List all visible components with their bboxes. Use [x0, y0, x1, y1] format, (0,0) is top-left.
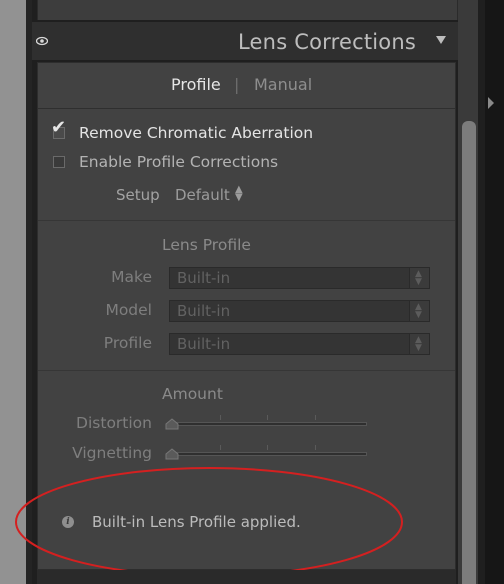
- profile-select-value: Built-in: [177, 335, 231, 353]
- model-label: Model: [105, 301, 152, 319]
- profile-label: Profile: [103, 334, 152, 352]
- vignetting-slider-track[interactable]: [172, 452, 367, 456]
- amount-heading: Amount: [162, 385, 223, 403]
- red-annotation-ellipse: [15, 467, 403, 577]
- slider-tick: [315, 445, 316, 450]
- updown-arrows-icon: ▲ ▼: [415, 302, 422, 320]
- previous-panel-footer: [37, 0, 458, 20]
- remove-chromatic-aberration-label[interactable]: Remove Chromatic Aberration: [79, 124, 313, 142]
- section-divider: [38, 220, 455, 221]
- profile-select[interactable]: Built-in ▲ ▼: [169, 333, 430, 355]
- section-divider: [38, 370, 455, 371]
- model-select-value: Built-in: [177, 302, 231, 320]
- updown-arrows-icon[interactable]: ▲ ▼: [235, 185, 243, 203]
- slider-tick: [220, 415, 221, 420]
- make-select[interactable]: Built-in ▲ ▼: [169, 267, 430, 289]
- slider-tick: [315, 415, 316, 420]
- updown-arrows-icon: ▲ ▼: [415, 269, 422, 287]
- expand-right-icon[interactable]: [488, 97, 494, 109]
- tab-separator: |: [234, 75, 240, 94]
- enable-profile-corrections-label[interactable]: Enable Profile Corrections: [79, 153, 278, 171]
- distortion-label: Distortion: [76, 414, 152, 432]
- slider-tick: [220, 445, 221, 450]
- profile-select-button[interactable]: ▲ ▼: [409, 334, 429, 354]
- lens-profile-heading: Lens Profile: [162, 236, 251, 254]
- make-select-value: Built-in: [177, 269, 231, 287]
- scrollbar-thumb[interactable]: [462, 121, 476, 584]
- model-select[interactable]: Built-in ▲ ▼: [169, 300, 430, 322]
- updown-arrows-icon: ▲ ▼: [415, 335, 422, 353]
- slider-tick: [267, 445, 268, 450]
- vignetting-label: Vignetting: [72, 444, 152, 462]
- tab-profile[interactable]: Profile: [171, 75, 221, 94]
- distortion-slider-thumb[interactable]: [165, 418, 179, 430]
- tab-manual[interactable]: Manual: [254, 75, 312, 94]
- collapse-triangle-icon[interactable]: [436, 36, 446, 44]
- make-label: Make: [111, 268, 152, 286]
- make-select-button[interactable]: ▲ ▼: [409, 268, 429, 288]
- tabs-divider: [38, 108, 455, 109]
- slider-tick: [267, 415, 268, 420]
- setup-label: Setup: [116, 186, 160, 204]
- checkmark-icon: ✔: [51, 117, 67, 138]
- setup-dropdown[interactable]: Default: [175, 186, 230, 204]
- vignetting-slider-thumb[interactable]: [165, 448, 179, 460]
- panel-title: Lens Corrections: [238, 30, 416, 54]
- distortion-slider-track[interactable]: [172, 422, 367, 426]
- eye-icon[interactable]: [36, 36, 48, 46]
- enable-profile-corrections-checkbox[interactable]: [53, 156, 65, 168]
- right-panel-rail: [485, 0, 504, 584]
- panel-bottom-edge: [37, 570, 456, 584]
- model-select-button[interactable]: ▲ ▼: [409, 301, 429, 321]
